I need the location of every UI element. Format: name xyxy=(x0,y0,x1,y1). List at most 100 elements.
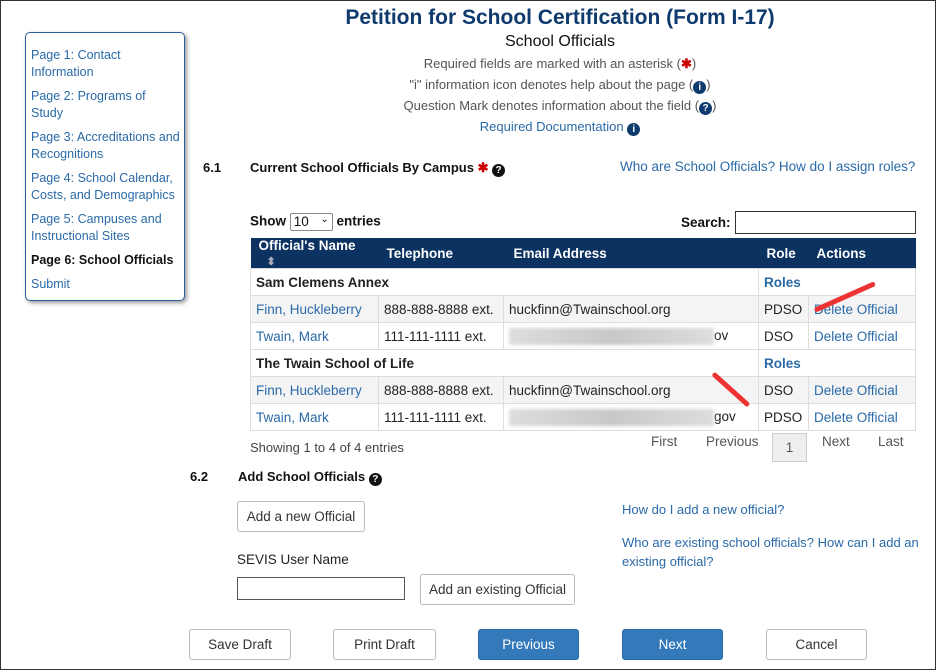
email-suffix: gov xyxy=(714,408,736,424)
asterisk-icon: ✱ xyxy=(477,160,489,175)
campus-name: The Twain School of Life xyxy=(250,349,759,377)
chevron-down-icon: ⌄ xyxy=(320,214,329,225)
question-icon[interactable]: ? xyxy=(368,473,382,486)
roles-cell: Roles xyxy=(758,268,916,296)
show-label: Show xyxy=(250,213,286,229)
redacted-email xyxy=(509,408,714,426)
col-role: Role xyxy=(758,238,809,269)
col-telephone: Telephone xyxy=(378,238,504,269)
phone-cell: 111-111-1111 ext. xyxy=(378,322,504,350)
role-cell: PDSO xyxy=(758,295,809,323)
entries-label: entries xyxy=(336,213,381,229)
nav-page-5[interactable]: Page 5: Campuses and Instructional Sites xyxy=(31,211,180,245)
email-cell: gov xyxy=(503,403,759,431)
name-cell: Twain, Mark xyxy=(250,403,379,431)
phone-cell: 888-888-8888 ext. xyxy=(378,376,504,404)
paren: ) xyxy=(706,77,711,92)
print-draft-button[interactable]: Print Draft xyxy=(333,629,436,660)
required-docs-link[interactable]: Required Documentation xyxy=(480,119,624,134)
note-text: Required fields are marked with an aster… xyxy=(423,56,681,71)
page-next[interactable]: Next xyxy=(822,434,850,449)
info-icon: i xyxy=(693,81,707,94)
entries-control: Show 10 ⌄ entries xyxy=(250,213,381,231)
delete-official-link[interactable]: Delete Official xyxy=(814,329,898,344)
note-text: Question Mark denotes information about … xyxy=(403,98,700,113)
section-number: 6.2 xyxy=(190,469,209,484)
search-label: Search: xyxy=(681,215,731,230)
table-row: Twain, Mark 111-111-1111 ext. gov PDSO Delet… xyxy=(250,403,916,431)
asterisk-icon: ✱ xyxy=(680,56,692,71)
table-row: Twain, Mark 111-111-1111 ext. ov DSO Delete … xyxy=(250,322,916,350)
section-title-text: Current School Officials By Campus xyxy=(250,160,474,175)
paren: ) xyxy=(691,56,697,71)
actions-cell: Delete Official xyxy=(808,376,916,404)
campus-row: The Twain School of Life Roles xyxy=(250,349,916,377)
email-cell: huckfinn@Twainschool.org xyxy=(503,295,759,323)
official-name-link[interactable]: Finn, Huckleberry xyxy=(256,383,362,398)
name-cell: Twain, Mark xyxy=(250,322,379,350)
col-email: Email Address xyxy=(503,238,759,269)
required-docs: Required Documentation i xyxy=(1,119,936,136)
role-cell: DSO xyxy=(758,376,809,404)
col-name[interactable]: Official's Name ⬍ xyxy=(250,238,379,269)
official-name-link[interactable]: Finn, Huckleberry xyxy=(256,302,362,317)
table-row: Finn, Huckleberry 888-888-8888 ext. huckfi… xyxy=(250,376,916,404)
section-number: 6.1 xyxy=(203,160,222,175)
save-draft-button[interactable]: Save Draft xyxy=(189,629,291,660)
help-existing-link[interactable]: Who are existing school officials? How c… xyxy=(622,533,927,571)
entries-select[interactable]: 10 ⌄ xyxy=(289,213,333,231)
col-name-label: Official's Name xyxy=(258,238,356,253)
paren: ) xyxy=(712,98,717,113)
nav-page-6-current[interactable]: Page 6: School Officials xyxy=(31,252,180,269)
delete-official-link[interactable]: Delete Official xyxy=(814,410,898,425)
page-last[interactable]: Last xyxy=(878,434,904,449)
page-1[interactable]: 1 xyxy=(772,433,807,462)
note-text: "i" information icon denotes help about … xyxy=(409,77,694,92)
table-info: Showing 1 to 4 of 4 entries xyxy=(250,440,404,455)
page-subtitle: School Officials xyxy=(505,33,615,50)
actions-cell: Delete Official xyxy=(808,322,916,350)
sevis-username-input[interactable] xyxy=(237,577,405,600)
previous-button[interactable]: Previous xyxy=(478,629,579,660)
delete-official-link[interactable]: Delete Official xyxy=(814,383,898,398)
page-title: Petition for School Certification (Form … xyxy=(345,6,775,29)
campus-row: Sam Clemens Annex Roles xyxy=(250,268,916,296)
name-cell: Finn, Huckleberry xyxy=(250,295,379,323)
officials-table: Official's Name ⬍ Telephone Email Addres… xyxy=(250,238,916,431)
entries-value: 10 xyxy=(293,214,309,229)
table-header: Official's Name ⬍ Telephone Email Addres… xyxy=(250,238,916,269)
email-suffix: ov xyxy=(714,327,729,343)
page-previous[interactable]: Previous xyxy=(706,434,759,449)
help-add-new-link[interactable]: How do I add a new official? xyxy=(622,502,784,517)
official-name-link[interactable]: Twain, Mark xyxy=(256,329,329,344)
roles-link[interactable]: Roles xyxy=(764,275,801,290)
page-navigation: Page 1: Contact Information Page 2: Prog… xyxy=(25,32,185,301)
actions-cell: Delete Official xyxy=(808,403,916,431)
note-question: Question Mark denotes information about … xyxy=(1,98,936,115)
roles-cell: Roles xyxy=(758,349,916,377)
phone-cell: 888-888-8888 ext. xyxy=(378,295,504,323)
col-actions: Actions xyxy=(808,238,916,269)
phone-cell: 111-111-1111 ext. xyxy=(378,403,504,431)
page-first[interactable]: First xyxy=(651,434,677,449)
roles-link[interactable]: Roles xyxy=(764,356,801,371)
role-cell: DSO xyxy=(758,322,809,350)
next-button[interactable]: Next xyxy=(622,629,723,660)
note-info: "i" information icon denotes help about … xyxy=(1,77,936,94)
section-title: Current School Officials By Campus ✱ ? xyxy=(250,160,506,177)
sort-icon[interactable]: ⬍ xyxy=(267,256,276,268)
official-name-link[interactable]: Twain, Mark xyxy=(256,410,329,425)
help-roles-link[interactable]: Who are School Officials? How do I assig… xyxy=(620,159,915,174)
redacted-email xyxy=(509,327,714,345)
add-new-official-button[interactable]: Add a new Official xyxy=(237,501,365,532)
cancel-button[interactable]: Cancel xyxy=(766,629,867,660)
name-cell: Finn, Huckleberry xyxy=(250,376,379,404)
actions-cell: Delete Official xyxy=(808,295,916,323)
info-icon[interactable]: i xyxy=(627,123,641,136)
nav-submit[interactable]: Submit xyxy=(31,276,180,293)
question-icon[interactable]: ? xyxy=(492,164,506,177)
campus-name: Sam Clemens Annex xyxy=(250,268,759,296)
add-existing-official-button[interactable]: Add an existing Official xyxy=(420,574,575,605)
nav-page-4[interactable]: Page 4: School Calendar, Costs, and Demo… xyxy=(31,170,180,204)
search-input[interactable] xyxy=(735,211,916,234)
